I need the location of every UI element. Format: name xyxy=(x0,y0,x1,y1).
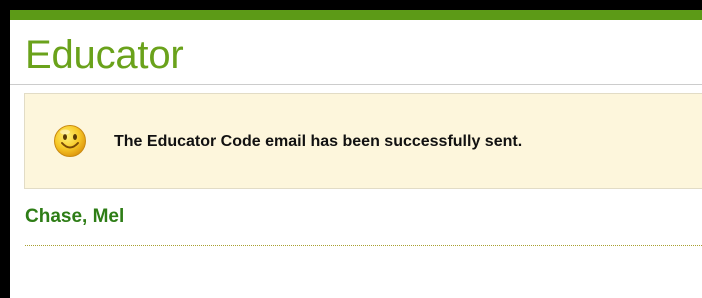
window-frame-top xyxy=(0,0,702,10)
section-divider xyxy=(25,245,702,246)
header-accent-bar xyxy=(10,10,702,20)
success-alert: The Educator Code email has been success… xyxy=(24,93,702,189)
page-title: Educator xyxy=(25,33,184,77)
window-frame-left xyxy=(0,0,10,298)
smiley-face-icon xyxy=(53,124,87,158)
alert-message: The Educator Code email has been success… xyxy=(114,133,523,150)
educator-name: Chase, Mel xyxy=(25,206,125,227)
title-divider xyxy=(10,84,702,85)
